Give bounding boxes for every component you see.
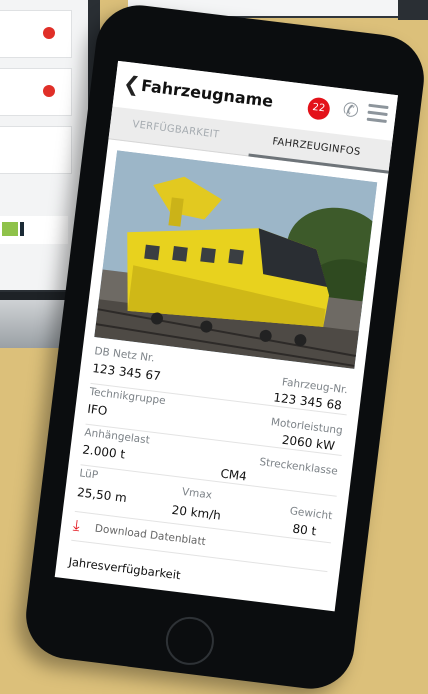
- download-label: Download Datenblatt: [94, 522, 207, 549]
- timeline-bar: [0, 216, 68, 244]
- db-netz-nr-value: 123 345 67: [91, 361, 162, 384]
- list-item: [0, 68, 72, 116]
- anhaengelast-value: 2.000 t: [81, 442, 126, 462]
- status-dot-icon: [43, 27, 55, 39]
- streckenklasse-value: CM4: [219, 466, 248, 484]
- list-item: [0, 126, 72, 174]
- download-icon: ⤓: [72, 515, 81, 535]
- vehicle-details: DB Netz Nr. 123 345 67 Fahrzeug-Nr. 123 …: [55, 336, 364, 608]
- notification-badge[interactable]: 22: [306, 96, 332, 121]
- gewicht-label: Gewicht: [289, 505, 333, 523]
- phone-icon[interactable]: ✆: [341, 99, 359, 123]
- section-title: Jahresverfügbarkeit: [67, 554, 182, 583]
- home-button[interactable]: [163, 614, 217, 668]
- back-chevron-icon[interactable]: ❮: [122, 71, 142, 97]
- tab-fahrzeuginfos[interactable]: FAHRZEUGINFOS: [272, 136, 361, 158]
- background-monitor-frame: [398, 0, 428, 20]
- tab-verfuegbarkeit[interactable]: VERFÜGBARKEIT: [132, 119, 220, 141]
- vmax-value: 20 km/h: [170, 502, 222, 523]
- phone-screen: ❮ Fahrzeugname 22 ✆ VERFÜGBARKEIT FAHRZE…: [54, 60, 398, 612]
- streckenklasse-label: Streckenklasse: [258, 456, 339, 478]
- vmax-label: Vmax: [181, 485, 213, 502]
- menu-icon[interactable]: [366, 103, 389, 124]
- vehicle-photo: [94, 150, 378, 369]
- list-item: [0, 10, 72, 58]
- motorleistung-label: Motorleistung: [270, 416, 344, 437]
- luep-value: 25,50 m: [76, 485, 128, 506]
- technikgruppe-value: IFO: [86, 401, 109, 419]
- luep-label: LüP: [78, 467, 99, 482]
- status-dot-icon: [43, 85, 55, 97]
- page-title: Fahrzeugname: [140, 75, 275, 111]
- gewicht-value: 80 t: [291, 521, 318, 539]
